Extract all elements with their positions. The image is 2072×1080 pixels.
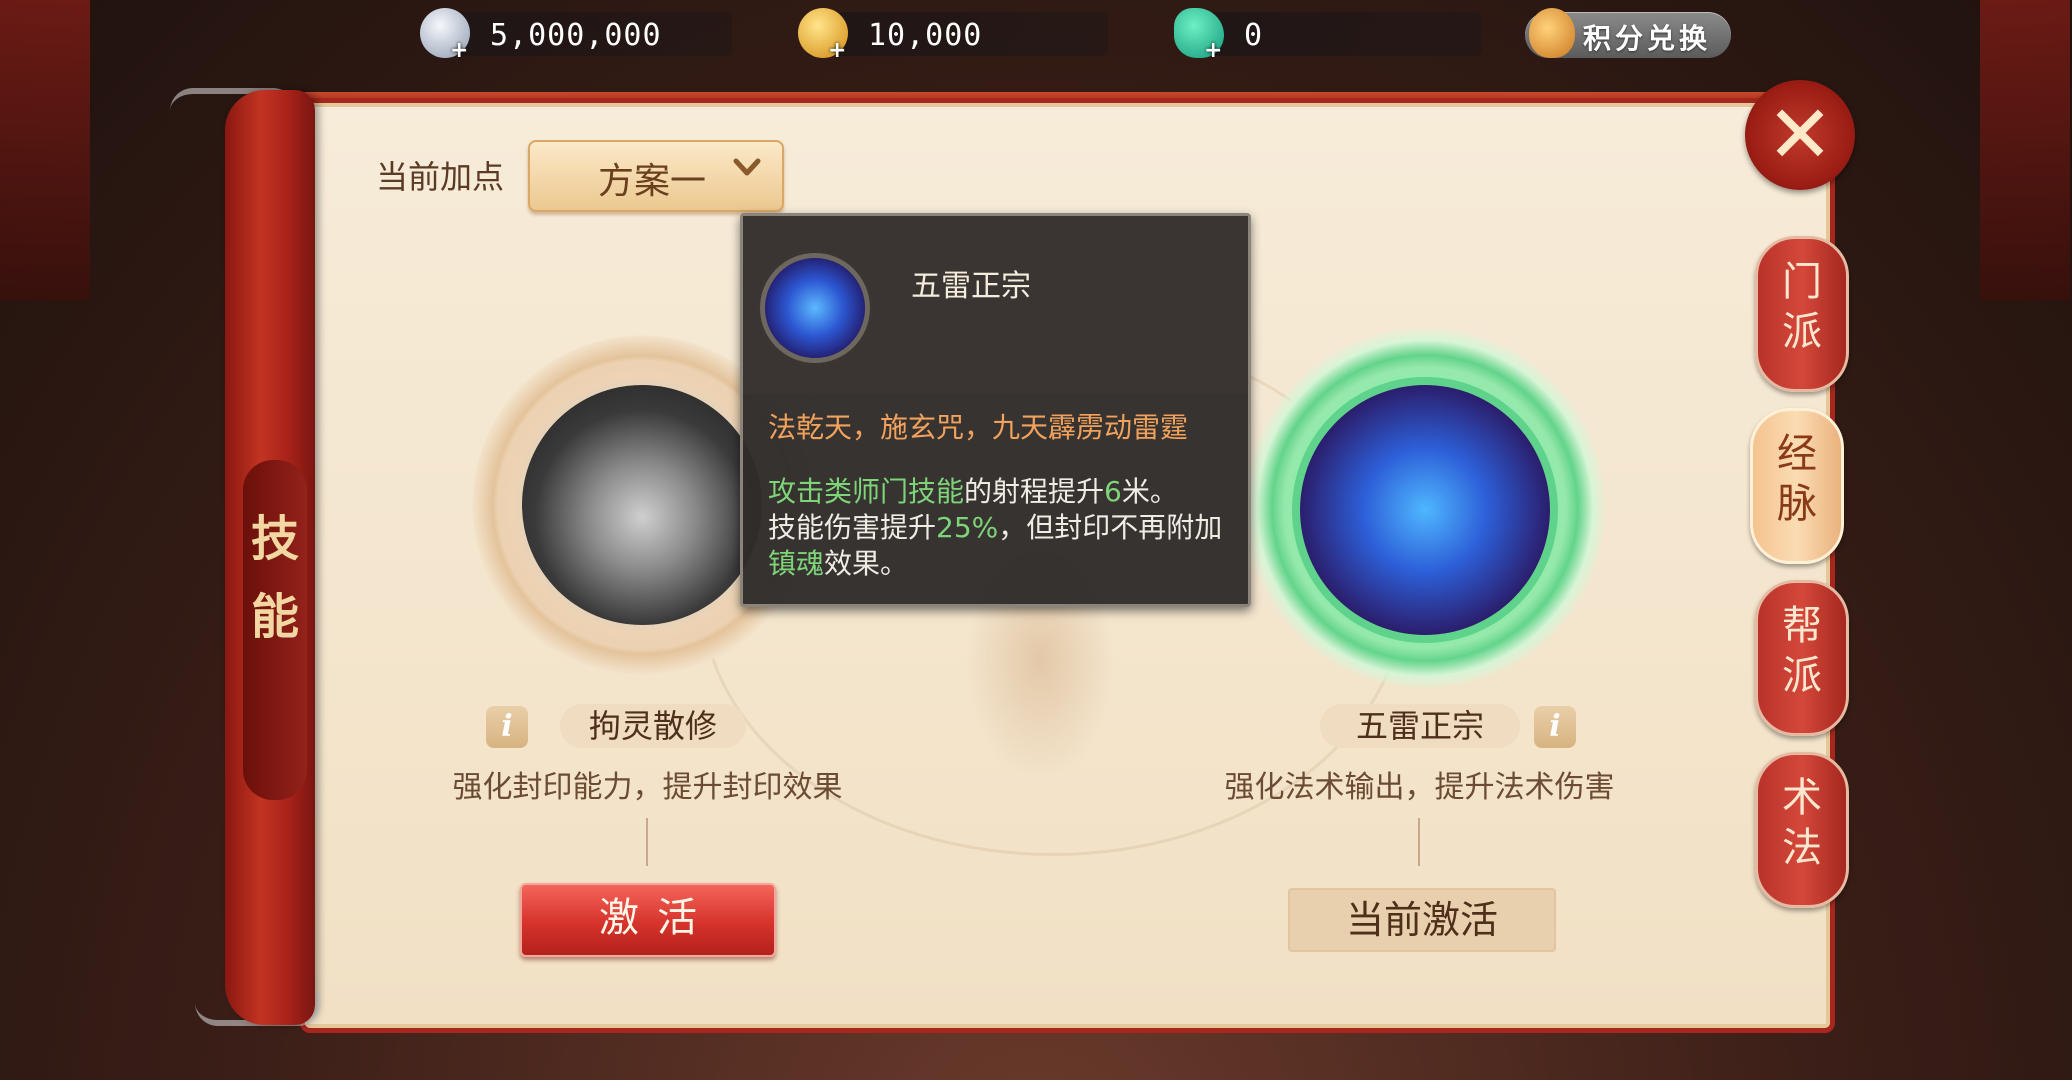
close-button[interactable]: ✕ [1745,80,1855,190]
highlight-value: 6 [1104,475,1122,508]
thunder-fist-icon [765,258,865,358]
tab-skills-label: 技能 [251,511,300,645]
tab-label: 脉 [1777,481,1817,527]
left-skill-description: 强化封印能力，提升封印效果 [452,770,843,805]
chevron-down-icon [733,158,761,176]
add-icon: + [1204,38,1223,63]
tooltip-flavor-text: 法乾天，施玄咒，九天霹雳动雷霆 [768,411,1189,444]
money-bag-icon [1529,8,1575,58]
current-active-label: 当前激活 [1288,888,1556,952]
plan-selected-value: 方案一 [598,161,707,202]
thunder-fist-skill-icon[interactable] [1300,385,1550,635]
seal-monk-skill-icon[interactable] [522,385,762,625]
tab-label: 术 [1782,775,1822,821]
plan-label: 当前加点 [376,158,505,196]
info-icon[interactable]: i [486,706,528,748]
tooltip-skill-name: 五雷正宗 [911,269,1031,304]
silver-amount: 5,000,000 [490,18,662,53]
highlight-value: 25% [936,511,999,544]
left-skill-name: 拘灵散修 [560,704,746,748]
points-exchange-button[interactable]: 积分兑换 [1525,8,1731,58]
effect-text: 效果。 [824,547,909,580]
close-icon: ✕ [1766,88,1834,181]
right-skill-name: 五雷正宗 [1320,704,1520,748]
jade-amount: 0 [1244,18,1264,53]
gold-currency[interactable]: + 10,000 [798,8,1108,63]
silver-currency[interactable]: + 5,000,000 [420,8,732,63]
tab-label: 门 [1782,259,1822,305]
right-skill-description: 强化法术输出，提升法术伤害 [1224,770,1615,805]
scroll-rod: 技能 [225,90,315,1025]
jade-currency[interactable]: + 0 [1174,8,1482,63]
tab-label: 派 [1782,309,1822,355]
tab-skills[interactable]: 技能 [243,460,307,800]
highlight-text: 镇魂 [768,547,825,580]
effect-text: ，但封印不再附加 [998,511,1223,544]
gold-amount: 10,000 [868,18,983,53]
add-icon: + [828,38,847,63]
tab-label: 派 [1782,653,1822,699]
tab-label: 经 [1777,431,1817,477]
tooltip-effect-text: 攻击类师门技能的射程提升6米。 技能伤害提升25%，但封印不再附加 镇魂效果。 [768,474,1228,582]
tab-label: 法 [1782,825,1822,871]
effect-text: 的射程提升 [964,475,1105,508]
exchange-label: 积分兑换 [1583,22,1712,55]
info-icon[interactable]: i [1534,706,1576,748]
tab-label: 帮 [1782,603,1822,649]
currency-bar: + 5,000,000 + 10,000 + 0 积分兑换 [0,6,2072,63]
tab-meridian[interactable]: 经 脉 [1750,408,1844,564]
tab-guild[interactable]: 帮 派 [1755,580,1849,736]
divider-line [1418,818,1420,866]
effect-text: 技能伤害提升 [768,511,937,544]
effect-text: 米。 [1121,475,1178,508]
add-icon: + [450,38,469,63]
tab-sect[interactable]: 门 派 [1755,236,1849,392]
tab-spells[interactable]: 术 法 [1755,752,1849,908]
plan-dropdown[interactable]: 方案一 [528,140,784,212]
divider-line [646,818,648,866]
skill-tooltip: 五雷正宗 法乾天，施玄咒，九天霹雳动雷霆 攻击类师门技能的射程提升6米。 技能伤… [740,213,1251,607]
activate-button[interactable]: 激活 [520,883,776,957]
highlight-text: 攻击类师门技能 [768,475,965,508]
